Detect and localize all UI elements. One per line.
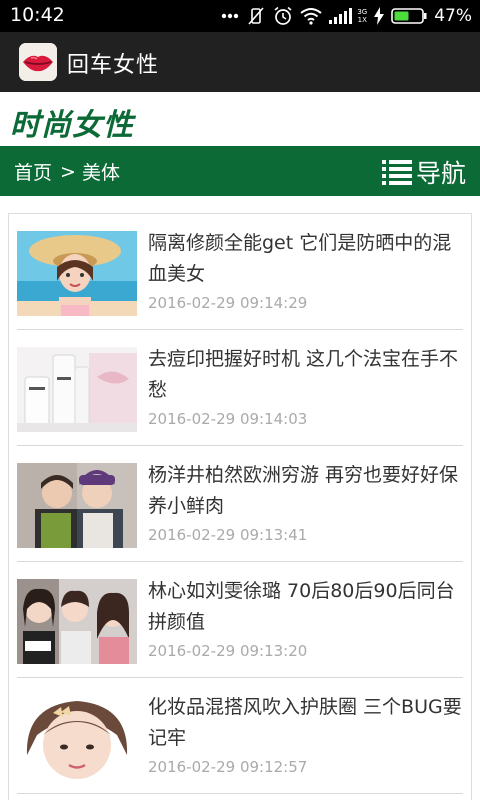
article-title[interactable]: 化妆品混搭风吹入护肤圈 三个BUG要记牢 <box>148 692 463 754</box>
app-logo-lips-icon <box>19 43 57 81</box>
site-header: 时尚女性 <box>0 92 480 146</box>
vibrate-off-icon <box>248 7 264 25</box>
navigation-menu-label: 导航 <box>415 159 466 188</box>
article-date: 2016-02-29 09:14:03 <box>148 410 308 428</box>
nav-bar: 首页 > 美体 导航 <box>0 146 480 196</box>
status-time: 10:42 <box>10 4 65 26</box>
site-logo-text[interactable]: 时尚女性 <box>10 100 134 144</box>
article-item[interactable]: 林心如刘雯徐璐 70后80后90后同台拼颜值 2016-02-29 09:13:… <box>17 562 463 678</box>
more-dots-icon <box>222 13 239 19</box>
article-thumbnail[interactable] <box>17 231 137 316</box>
battery-percent: 47% <box>434 6 472 26</box>
battery-icon <box>391 8 427 24</box>
article-item[interactable]: 去痘印把握好时机 这几个法宝在手不愁 2016-02-29 09:14:03 <box>17 330 463 446</box>
wifi-icon <box>300 8 322 25</box>
breadcrumb-separator: > <box>60 160 76 183</box>
article-thumbnail[interactable] <box>17 347 137 432</box>
charging-icon <box>374 7 385 25</box>
article-thumbnail[interactable] <box>17 695 137 780</box>
divider <box>17 793 463 794</box>
article-item[interactable]: 隔离修颜全能get 它们是防晒中的混血美女 2016-02-29 09:14:2… <box>17 214 463 330</box>
article-title[interactable]: 去痘印把握好时机 这几个法宝在手不愁 <box>148 344 463 406</box>
article-date: 2016-02-29 09:13:41 <box>148 526 308 544</box>
article-title[interactable]: 杨洋井柏然欧洲穷游 再穷也要好好保养小鲜肉 <box>148 460 463 522</box>
app-title: 回车女性 <box>67 53 160 78</box>
article-item[interactable]: 化妆品混搭风吹入护肤圈 三个BUG要记牢 2016-02-29 09:12:57 <box>17 678 463 794</box>
article-title[interactable]: 隔离修颜全能get 它们是防晒中的混血美女 <box>148 228 463 290</box>
breadcrumb: 首页 > 美体 <box>14 158 120 185</box>
network-type-label: 3G 1X <box>357 8 368 24</box>
article-thumbnail[interactable] <box>17 579 137 664</box>
status-icons: 3G 1X 47% <box>221 5 472 27</box>
article-thumbnail[interactable] <box>17 463 137 548</box>
navigation-menu-button[interactable]: 导航 <box>381 154 466 190</box>
article-title[interactable]: 林心如刘雯徐璐 70后80后90后同台拼颜值 <box>148 576 463 638</box>
app-bar: 回车女性 <box>0 32 480 92</box>
article-date: 2016-02-29 09:12:57 <box>148 758 308 776</box>
menu-list-icon <box>381 160 412 185</box>
article-list: 隔离修颜全能get 它们是防晒中的混血美女 2016-02-29 09:14:2… <box>8 213 472 800</box>
signal-icon <box>329 8 353 24</box>
article-item[interactable]: 杨洋井柏然欧洲穷游 再穷也要好好保养小鲜肉 2016-02-29 09:13:4… <box>17 446 463 562</box>
alarm-icon <box>274 6 292 25</box>
breadcrumb-current[interactable]: 美体 <box>82 158 120 185</box>
status-bar: 10:42 3G 1X 47% <box>0 0 480 32</box>
breadcrumb-home-link[interactable]: 首页 <box>14 158 52 185</box>
article-date: 2016-02-29 09:14:29 <box>148 294 308 312</box>
article-date: 2016-02-29 09:13:20 <box>148 642 308 660</box>
